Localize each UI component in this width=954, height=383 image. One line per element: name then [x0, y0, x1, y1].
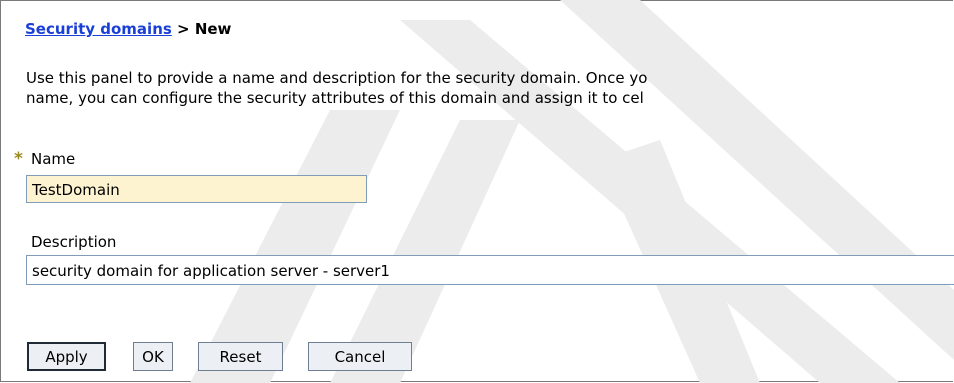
panel-description-line-1: Use this panel to provide a name and des… [26, 69, 648, 87]
ok-button[interactable]: OK [133, 342, 173, 371]
description-field[interactable] [26, 255, 954, 285]
panel-description-line-2: name, you can configure the security att… [26, 89, 644, 107]
cancel-button[interactable]: Cancel [308, 342, 412, 371]
breadcrumb-current: New [194, 20, 232, 38]
description-label: Description [31, 233, 117, 251]
name-label: Name [31, 150, 76, 168]
apply-button[interactable]: Apply [27, 342, 106, 371]
panel-description: Use this panel to provide a name and des… [26, 68, 953, 108]
required-field-icon: * [14, 149, 23, 169]
breadcrumb: Security domains > New [25, 20, 231, 38]
breadcrumb-link-security-domains[interactable]: Security domains [25, 20, 172, 38]
breadcrumb-separator: > [171, 20, 195, 38]
name-field[interactable] [26, 175, 367, 203]
reset-button[interactable]: Reset [198, 342, 283, 371]
